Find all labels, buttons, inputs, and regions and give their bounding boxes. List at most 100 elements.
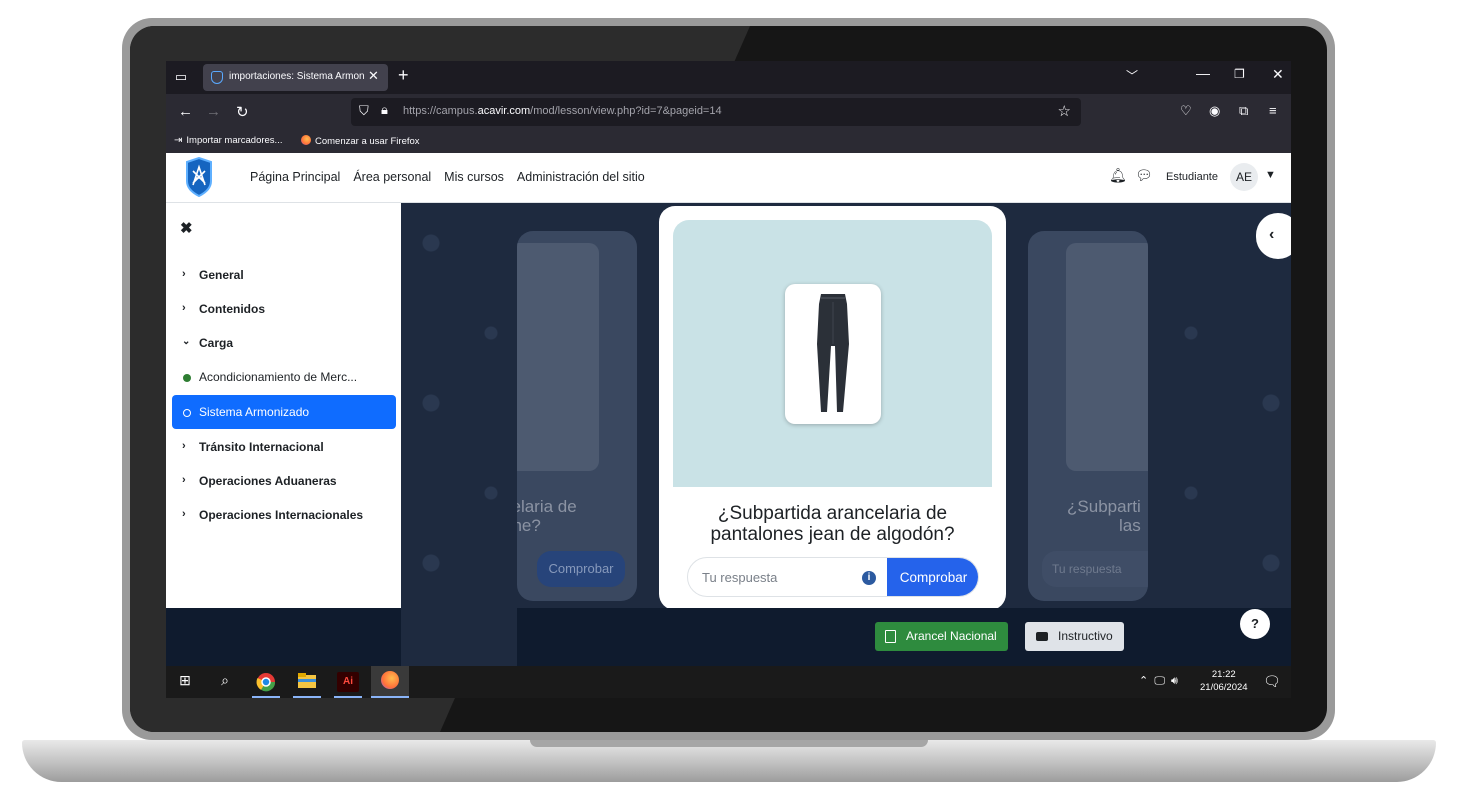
site-logo-icon[interactable] xyxy=(184,157,214,197)
chevron-right-icon: › xyxy=(182,474,186,486)
chevron-right-icon: › xyxy=(182,302,186,314)
extensions-icon[interactable]: ⧉ xyxy=(1239,103,1248,119)
close-drawer-icon[interactable]: ✖ xyxy=(180,219,193,237)
laptop-notch xyxy=(530,740,928,747)
course-index-drawer: ✖ › General › Contenidos ⌄ Carga Acondic… xyxy=(166,203,401,608)
user-role: Estudiante xyxy=(1166,171,1218,183)
course-index-transito[interactable]: › Tránsito Internacional xyxy=(172,430,396,464)
window-restore-icon[interactable]: ❐ xyxy=(1234,67,1245,81)
course-index-contenidos[interactable]: › Contenidos xyxy=(172,292,396,326)
jeans-icon xyxy=(817,294,849,412)
tracking-shield-icon[interactable]: ⛉ xyxy=(359,103,369,119)
system-tray[interactable]: ⌃ 🖵︎ 🔊︎ xyxy=(1139,674,1178,688)
info-icon[interactable]: i xyxy=(862,571,876,585)
course-index-operaciones-aduaneras[interactable]: › Operaciones Aduaneras xyxy=(172,464,396,498)
chevron-down-icon: ⌄ xyxy=(182,336,191,347)
forward-icon[interactable]: → xyxy=(206,103,221,120)
tab-close-icon[interactable]: ✕ xyxy=(368,68,379,84)
card-media xyxy=(673,220,992,487)
browser-tab[interactable]: importaciones: Sistema Armonizado ✕ xyxy=(203,64,388,91)
nav-site-admin[interactable]: Administración del sitio xyxy=(517,170,645,184)
card-question: ¿Subparti las xyxy=(1067,497,1141,535)
import-icon: ⇥ xyxy=(174,135,183,146)
url-text[interactable]: https://campus.acavir.com/mod/lesson/vie… xyxy=(403,105,722,117)
course-index-general[interactable]: › General xyxy=(172,258,396,292)
carousel-card-next[interactable]: ¿Subparti las Tu respuesta xyxy=(1028,231,1148,601)
screen: ▭ importaciones: Sistema Armonizado ✕ + … xyxy=(166,61,1291,698)
course-index-acondicionamiento[interactable]: Acondicionamiento de Merc... xyxy=(172,360,396,394)
window-minimize-icon[interactable]: — xyxy=(1196,65,1210,81)
chevron-right-icon: › xyxy=(182,268,186,280)
taskbar-running-indicator xyxy=(293,696,321,698)
illustrator-icon[interactable]: Ai xyxy=(337,672,359,692)
chevron-left-icon: ‹ xyxy=(1269,226,1275,243)
answer-group: i Comprobar xyxy=(687,557,979,597)
bookmark-import[interactable]: ⇥ Importar marcadores... xyxy=(174,135,282,146)
product-image xyxy=(785,284,881,424)
taskbar-running-indicator xyxy=(334,696,362,698)
search-icon[interactable]: ⌕ xyxy=(214,672,236,692)
tab-list-icon[interactable]: ▭ xyxy=(172,68,190,86)
footer-shade xyxy=(401,608,517,666)
file-explorer-icon[interactable] xyxy=(296,672,318,692)
firefox-taskbar-icon[interactable] xyxy=(371,666,409,698)
windows-taskbar: ⊞ ⌕ Ai ⌃ 🖵︎ 🔊︎ 21:22 21/06/2024 🗨︎ xyxy=(166,666,1291,698)
lock-icon[interactable]: 🔒︎ xyxy=(381,102,388,118)
reload-icon[interactable]: ↻ xyxy=(236,103,249,121)
menu-icon[interactable]: ≡ xyxy=(1269,103,1277,118)
question-text: ¿Subpartida arancelaria de pantalones jea… xyxy=(710,503,955,545)
incomplete-status-icon xyxy=(183,409,191,417)
user-menu-chevron-down-icon[interactable]: ▼ xyxy=(1265,169,1276,181)
nav-home[interactable]: Página Principal xyxy=(250,170,340,184)
card-image xyxy=(1066,243,1148,471)
chevron-right-icon: › xyxy=(182,440,186,452)
browser-navbar: ← → ↻ ⛉ 🔒︎ https://campus.acavir.com/mod… xyxy=(166,94,1291,131)
pocket-icon[interactable]: ♡ xyxy=(1180,103,1192,119)
new-tab-button[interactable]: + xyxy=(398,65,409,86)
course-index-operaciones-internacionales[interactable]: › Operaciones Internacionales xyxy=(172,498,396,532)
tab-dropdown-icon[interactable]: ﹀ xyxy=(1126,67,1138,84)
taskbar-running-indicator xyxy=(252,696,280,698)
open-block-drawer-button[interactable]: ‹ xyxy=(1256,213,1291,259)
instructivo-button[interactable]: Instructivo xyxy=(1025,622,1124,651)
user-avatar[interactable]: AE xyxy=(1230,163,1258,191)
site-header: Página Principal Área personal Mis curso… xyxy=(166,153,1291,203)
site-favicon-icon xyxy=(211,71,223,84)
nav-dashboard[interactable]: Área personal xyxy=(353,170,431,184)
document-icon xyxy=(885,630,896,643)
chevron-right-icon: › xyxy=(182,508,186,520)
primary-navigation: Página Principal Área personal Mis curso… xyxy=(250,170,645,184)
card-answer-input[interactable]: Tu respuesta xyxy=(1042,551,1148,587)
answer-input[interactable] xyxy=(688,558,888,596)
course-index-sistema-armonizado[interactable]: Sistema Armonizado xyxy=(172,395,396,429)
youtube-icon xyxy=(1036,632,1048,641)
help-button[interactable]: ? xyxy=(1240,609,1270,639)
bookmark-star-icon[interactable]: ☆ xyxy=(1058,102,1071,120)
question-card: ¿Subpartida arancelaria de pantalones jea… xyxy=(659,206,1006,610)
complete-status-icon xyxy=(183,374,191,382)
check-answer-button[interactable]: Comprobar xyxy=(887,558,978,596)
card-check-button[interactable]: Comprobar xyxy=(537,551,625,587)
account-icon[interactable]: ◉ xyxy=(1209,103,1220,119)
notification-center-icon[interactable]: 🗨︎ xyxy=(1263,673,1281,690)
taskbar-active-indicator xyxy=(371,696,409,698)
course-index-carga[interactable]: ⌄ Carga xyxy=(172,326,396,360)
card-question: celaria deone? xyxy=(517,497,577,535)
window-close-icon[interactable]: ✕ xyxy=(1272,66,1284,83)
browser-tabbar: ▭ importaciones: Sistema Armonizado ✕ + … xyxy=(166,61,1291,94)
arancel-nacional-button[interactable]: Arancel Nacional xyxy=(875,622,1008,651)
chrome-icon[interactable] xyxy=(255,672,277,692)
carousel-card-previous[interactable]: celaria deone? Comprobar xyxy=(517,231,637,601)
back-icon[interactable]: ← xyxy=(178,103,193,120)
notifications-bell-icon[interactable]: 🔔︎ xyxy=(1109,167,1127,184)
taskbar-clock[interactable]: 21:22 21/06/2024 xyxy=(1200,668,1248,694)
firefox-icon xyxy=(301,135,311,145)
tab-title: importaciones: Sistema Armonizado xyxy=(229,71,364,82)
bookmark-firefox[interactable]: Comenzar a usar Firefox xyxy=(301,135,420,147)
card-image xyxy=(517,243,599,471)
bookmarks-toolbar: ⇥ Importar marcadores... Comenzar a usar … xyxy=(166,131,1291,153)
nav-my-courses[interactable]: Mis cursos xyxy=(444,170,504,184)
messages-icon[interactable]: 💬︎ xyxy=(1135,167,1153,184)
url-bar[interactable]: ⛉ 🔒︎ https://campus.acavir.com/mod/lesso… xyxy=(351,98,1081,126)
windows-start-icon[interactable]: ⊞ xyxy=(174,672,196,692)
